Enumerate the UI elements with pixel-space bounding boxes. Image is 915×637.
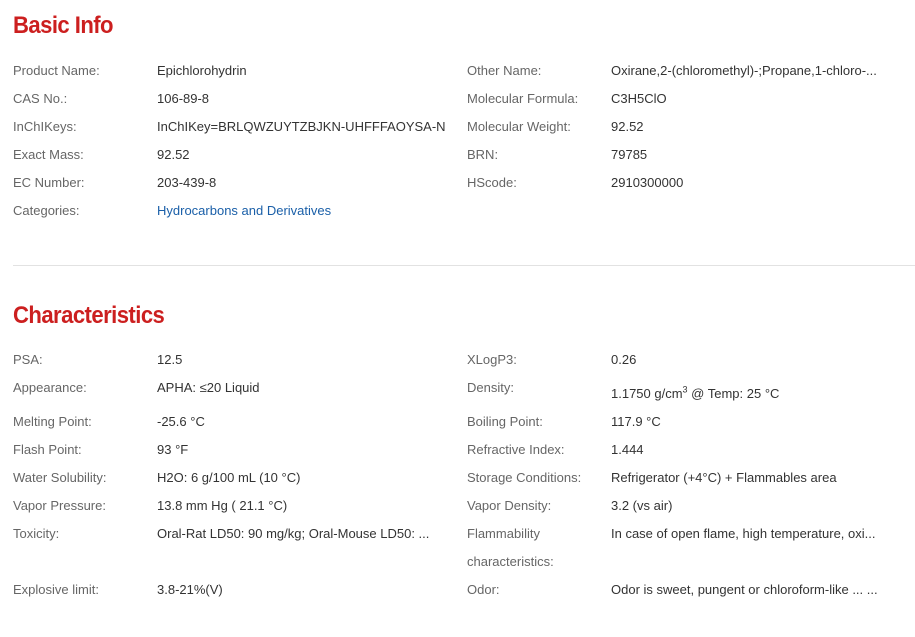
char-row-appearance: Appearance: APHA: ≤20 Liquid Density: 1.…	[0, 374, 915, 408]
value-ec-number: 203-439-8	[157, 175, 217, 190]
char-row-psa: PSA: 12.5 XLogP3: 0.26	[0, 346, 915, 374]
label-flammability-line2: characteristics:	[467, 554, 554, 569]
label-explosive-limit: Explosive limit:	[13, 582, 99, 597]
category-link[interactable]: Hydrocarbons and Derivatives	[157, 197, 447, 225]
label-storage-conditions: Storage Conditions:	[467, 470, 582, 485]
label-appearance: Appearance:	[13, 380, 87, 395]
label-water-solubility: Water Solubility:	[13, 470, 107, 485]
basic-info-row-cas: CAS No.: 106-89-8 Molecular Formula: C3H…	[0, 85, 915, 113]
label-vapor-density: Vapor Density:	[467, 498, 552, 513]
label-categories: Categories:	[13, 203, 80, 218]
char-row-toxicity: Toxicity: Oral-Rat LD50: 90 mg/kg; Oral-…	[0, 520, 915, 576]
char-row-water-solubility: Water Solubility: H2O: 6 g/100 mL (10 °C…	[0, 464, 915, 492]
value-molecular-formula: C3H5ClO	[611, 91, 667, 106]
label-vapor-pressure: Vapor Pressure:	[13, 498, 106, 513]
label-toxicity: Toxicity:	[13, 526, 60, 541]
density-number: 1.1750 g/cm	[611, 386, 683, 401]
value-psa: 12.5	[157, 352, 183, 367]
char-row-vapor-pressure: Vapor Pressure: 13.8 mm Hg ( 21.1 °C) Va…	[0, 492, 915, 520]
value-brn: 79785	[611, 147, 648, 162]
basic-info-row-exact-mass: Exact Mass: 92.52 BRN: 79785	[0, 141, 915, 169]
value-odor: Odor is sweet, pungent or chloroform-lik…	[611, 582, 878, 597]
label-product-name: Product Name:	[13, 63, 100, 78]
value-flammability: In case of open flame, high temperature,…	[611, 526, 876, 541]
value-other-name: Oxirane,2-(chloromethyl)-;Propane,1-chlo…	[611, 63, 877, 78]
basic-info-row-inchikeys: InChIKeys: InChIKey=BRLQWZUYTZBJKN-UHFFF…	[0, 113, 915, 141]
label-molecular-formula: Molecular Formula:	[467, 91, 579, 106]
label-cas-no: CAS No.:	[13, 91, 68, 106]
value-melting-point: -25.6 °C	[157, 414, 205, 429]
label-inchikeys: InChIKeys:	[13, 119, 77, 134]
label-ec-number: EC Number:	[13, 175, 85, 190]
char-row-flash-point: Flash Point: 93 °F Refractive Index: 1.4…	[0, 436, 915, 464]
label-flammability: Flammability characteristics:	[467, 520, 607, 576]
value-inchikeys: InChIKey=BRLQWZUYTZBJKN-UHFFFAOYSA-N	[157, 119, 446, 134]
label-flammability-line1: Flammability	[467, 526, 540, 541]
value-flash-point: 93 °F	[157, 442, 189, 457]
characteristics-heading: Characteristics	[13, 302, 165, 329]
value-density: 1.1750 g/cm3 @ Temp: 25 °C	[611, 380, 898, 408]
value-cas-no: 106-89-8	[157, 91, 210, 106]
label-refractive-index: Refractive Index:	[467, 442, 565, 457]
label-melting-point: Melting Point:	[13, 414, 92, 429]
label-odor: Odor:	[467, 582, 500, 597]
char-row-explosive-limit: Explosive limit: 3.8-21%(V) Odor: Odor i…	[0, 576, 915, 604]
value-refractive-index: 1.444	[611, 442, 644, 457]
value-storage-conditions: Refrigerator (+4°C) + Flammables area	[611, 470, 837, 485]
char-row-melting-point: Melting Point: -25.6 °C Boiling Point: 1…	[0, 408, 915, 436]
density-temp: @ Temp: 25 °C	[687, 386, 780, 401]
basic-info-row-product-name: Product Name: Epichlorohydrin Other Name…	[0, 57, 915, 85]
label-molecular-weight: Molecular Weight:	[467, 119, 571, 134]
basic-info-row-categories: Categories: Hydrocarbons and Derivatives	[0, 197, 915, 225]
label-exact-mass: Exact Mass:	[13, 147, 84, 162]
value-molecular-weight: 92.52	[611, 119, 644, 134]
section-divider	[13, 265, 915, 266]
label-boiling-point: Boiling Point:	[467, 414, 543, 429]
value-toxicity: Oral-Rat LD50: 90 mg/kg; Oral-Mouse LD50…	[157, 526, 430, 541]
value-explosive-limit: 3.8-21%(V)	[157, 582, 223, 597]
basic-info-row-ec-number: EC Number: 203-439-8 HScode: 2910300000	[0, 169, 915, 197]
label-flash-point: Flash Point:	[13, 442, 82, 457]
label-hscode: HScode:	[467, 175, 517, 190]
value-appearance: APHA: ≤20 Liquid	[157, 380, 260, 395]
basic-info-heading: Basic Info	[13, 12, 114, 39]
label-psa: PSA:	[13, 352, 43, 367]
value-xlogp3: 0.26	[611, 352, 637, 367]
value-vapor-density: 3.2 (vs air)	[611, 498, 673, 513]
label-brn: BRN:	[467, 147, 499, 162]
value-hscode: 2910300000	[611, 175, 684, 190]
value-product-name: Epichlorohydrin	[157, 63, 247, 78]
label-density: Density:	[467, 380, 514, 395]
value-vapor-pressure: 13.8 mm Hg ( 21.1 °C)	[157, 498, 288, 513]
value-water-solubility: H2O: 6 g/100 mL (10 °C)	[157, 470, 301, 485]
label-other-name: Other Name:	[467, 63, 542, 78]
value-boiling-point: 117.9 °C	[611, 414, 661, 429]
value-exact-mass: 92.52	[157, 147, 190, 162]
label-xlogp3: XLogP3:	[467, 352, 517, 367]
